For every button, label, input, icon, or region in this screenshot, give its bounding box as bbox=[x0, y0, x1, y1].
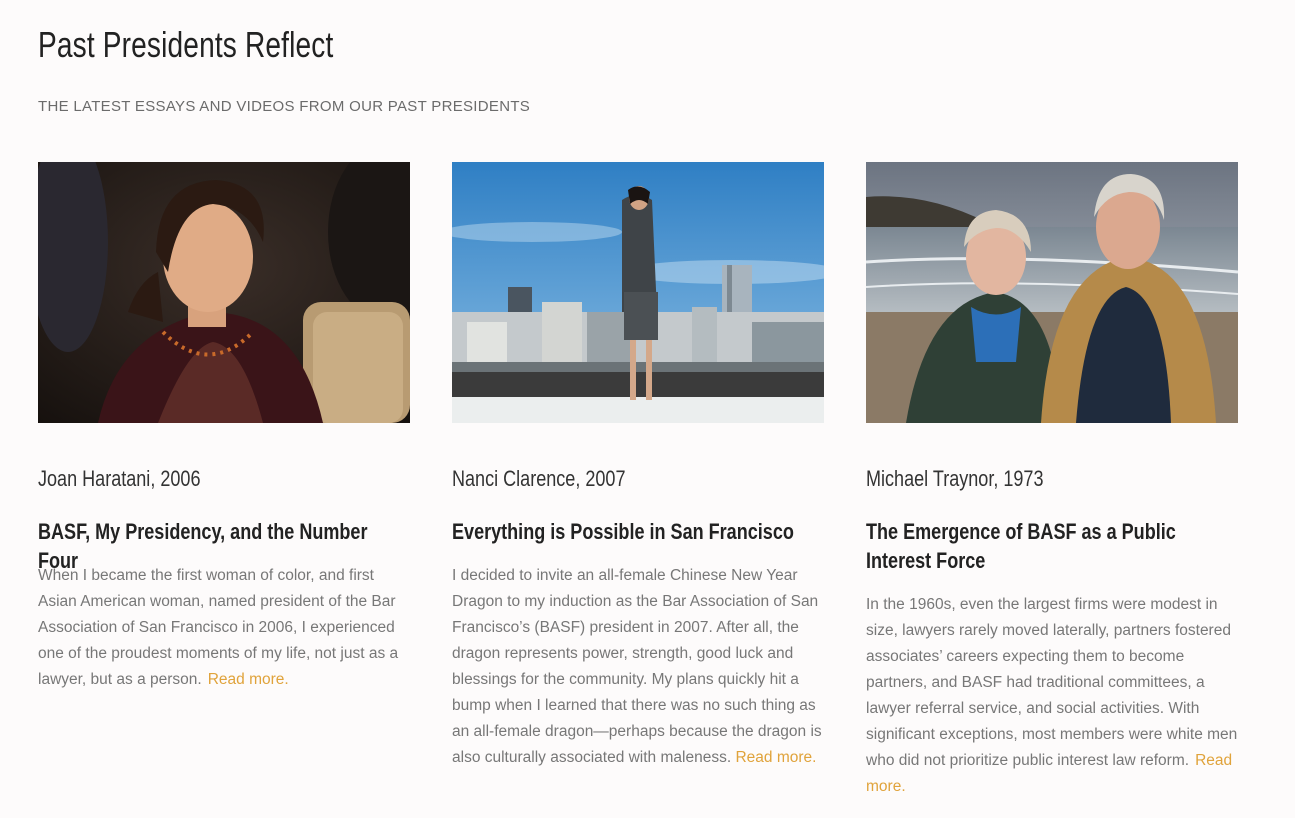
essay-excerpt: When I became the first woman of color, … bbox=[38, 563, 413, 693]
excerpt-text: In the 1960s, even the largest firms wer… bbox=[866, 596, 1238, 769]
photo-michael-traynor[interactable] bbox=[866, 162, 1238, 423]
page-title: Past Presidents Reflect bbox=[38, 24, 334, 65]
photo-joan-haratani[interactable] bbox=[38, 162, 410, 423]
essay-title-link[interactable]: Everything is Possible in San Francisco bbox=[452, 517, 813, 546]
essay-card-haratani: Joan Haratani, 2006 BASF, My Presidency,… bbox=[38, 162, 410, 688]
essay-excerpt: In the 1960s, even the largest firms wer… bbox=[866, 592, 1241, 800]
photo-nanci-clarence[interactable] bbox=[452, 162, 824, 423]
author-name: Michael Traynor, 1973 bbox=[866, 466, 1044, 491]
essay-title-link[interactable]: The Emergence of BASF as a Public Intere… bbox=[866, 517, 1227, 575]
essay-card-clarence: Nanci Clarence, 2007 Everything is Possi… bbox=[452, 162, 824, 766]
essay-excerpt: I decided to invite an all-female Chines… bbox=[452, 563, 827, 771]
excerpt-text: I decided to invite an all-female Chines… bbox=[452, 567, 822, 766]
essay-card-traynor: Michael Traynor, 1973 The Emergence of B… bbox=[866, 162, 1238, 795]
page-subtitle: THE LATEST ESSAYS AND VIDEOS FROM OUR PA… bbox=[38, 98, 531, 115]
read-more-link[interactable]: Read more. bbox=[208, 671, 289, 688]
read-more-link[interactable]: Read more. bbox=[735, 749, 816, 766]
author-name: Nanci Clarence, 2007 bbox=[452, 466, 626, 491]
author-name: Joan Haratani, 2006 bbox=[38, 466, 201, 491]
excerpt-text: When I became the first woman of color, … bbox=[38, 567, 399, 688]
